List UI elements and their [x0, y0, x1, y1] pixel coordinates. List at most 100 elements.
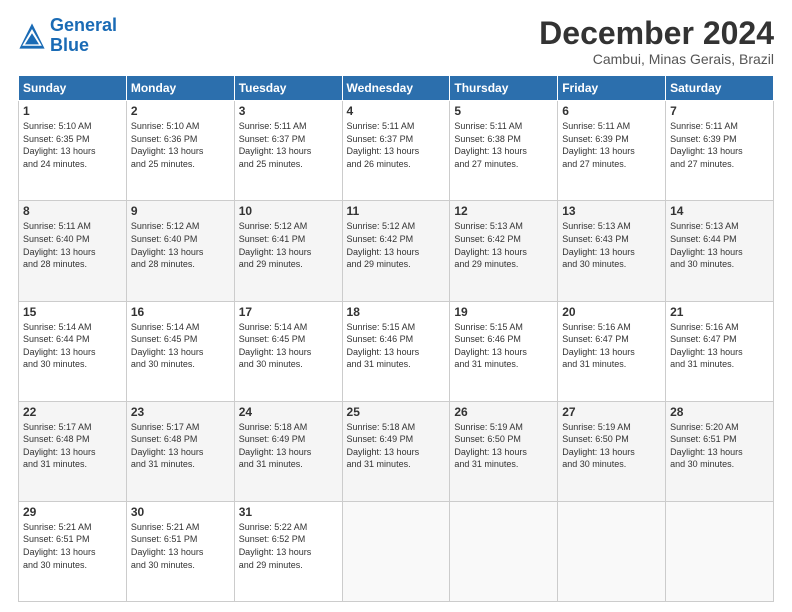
- day-info: Sunrise: 5:13 AMSunset: 6:42 PMDaylight:…: [454, 220, 553, 270]
- day-info: Sunrise: 5:11 AMSunset: 6:37 PMDaylight:…: [347, 120, 446, 170]
- day-number: 10: [239, 204, 338, 218]
- header-friday: Friday: [558, 76, 666, 101]
- calendar-cell: 21 Sunrise: 5:16 AMSunset: 6:47 PMDayligh…: [666, 301, 774, 401]
- day-info: Sunrise: 5:18 AMSunset: 6:49 PMDaylight:…: [239, 421, 338, 471]
- day-info: Sunrise: 5:12 AMSunset: 6:41 PMDaylight:…: [239, 220, 338, 270]
- day-number: 9: [131, 204, 230, 218]
- calendar-cell: 29 Sunrise: 5:21 AMSunset: 6:51 PMDayligh…: [19, 501, 127, 601]
- subtitle: Cambui, Minas Gerais, Brazil: [539, 51, 774, 67]
- calendar-cell: [342, 501, 450, 601]
- calendar-cell: 6 Sunrise: 5:11 AMSunset: 6:39 PMDaylight…: [558, 101, 666, 201]
- title-section: December 2024 Cambui, Minas Gerais, Braz…: [539, 16, 774, 67]
- day-info: Sunrise: 5:15 AMSunset: 6:46 PMDaylight:…: [454, 321, 553, 371]
- day-number: 6: [562, 104, 661, 118]
- calendar-header-row: Sunday Monday Tuesday Wednesday Thursday…: [19, 76, 774, 101]
- calendar-cell: [450, 501, 558, 601]
- calendar-cell: 5 Sunrise: 5:11 AMSunset: 6:38 PMDaylight…: [450, 101, 558, 201]
- calendar-cell: [666, 501, 774, 601]
- calendar-cell: 4Sunrise: 5:11 AMSunset: 6:37 PMDaylight…: [342, 101, 450, 201]
- page: General Blue December 2024 Cambui, Minas…: [0, 0, 792, 612]
- day-info: Sunrise: 5:11 AMSunset: 6:39 PMDaylight:…: [562, 120, 661, 170]
- day-info: Sunrise: 5:17 AMSunset: 6:48 PMDaylight:…: [23, 421, 122, 471]
- calendar-cell: 16Sunrise: 5:14 AMSunset: 6:45 PMDayligh…: [126, 301, 234, 401]
- day-number: 15: [23, 305, 122, 319]
- calendar-cell: 18 Sunrise: 5:15 AMSunset: 6:46 PMDayligh…: [342, 301, 450, 401]
- day-info: Sunrise: 5:14 AMSunset: 6:44 PMDaylight:…: [23, 321, 122, 371]
- day-info: Sunrise: 5:20 AMSunset: 6:51 PMDaylight:…: [670, 421, 769, 471]
- day-info: Sunrise: 5:14 AMSunset: 6:45 PMDaylight:…: [239, 321, 338, 371]
- calendar-week-3: 15 Sunrise: 5:14 AMSunset: 6:44 PMDayligh…: [19, 301, 774, 401]
- header-thursday: Thursday: [450, 76, 558, 101]
- day-info: Sunrise: 5:19 AMSunset: 6:50 PMDaylight:…: [454, 421, 553, 471]
- calendar-week-2: 8Sunrise: 5:11 AMSunset: 6:40 PMDaylight…: [19, 201, 774, 301]
- day-number: 26: [454, 405, 553, 419]
- day-info: Sunrise: 5:13 AMSunset: 6:44 PMDaylight:…: [670, 220, 769, 270]
- day-number: 29: [23, 505, 122, 519]
- calendar-cell: 13Sunrise: 5:13 AMSunset: 6:43 PMDayligh…: [558, 201, 666, 301]
- logo-line1: General: [50, 15, 117, 35]
- calendar-cell: 20 Sunrise: 5:16 AMSunset: 6:47 PMDayligh…: [558, 301, 666, 401]
- header-saturday: Saturday: [666, 76, 774, 101]
- calendar-week-4: 22 Sunrise: 5:17 AMSunset: 6:48 PMDayligh…: [19, 401, 774, 501]
- header-wednesday: Wednesday: [342, 76, 450, 101]
- day-number: 25: [347, 405, 446, 419]
- calendar-table: Sunday Monday Tuesday Wednesday Thursday…: [18, 75, 774, 602]
- header-tuesday: Tuesday: [234, 76, 342, 101]
- calendar-cell: 14 Sunrise: 5:13 AMSunset: 6:44 PMDayligh…: [666, 201, 774, 301]
- month-title: December 2024: [539, 16, 774, 51]
- day-number: 13: [562, 204, 661, 218]
- calendar-cell: [558, 501, 666, 601]
- day-info: Sunrise: 5:21 AMSunset: 6:51 PMDaylight:…: [23, 521, 122, 571]
- calendar-cell: 31 Sunrise: 5:22 AMSunset: 6:52 PMDayligh…: [234, 501, 342, 601]
- header-monday: Monday: [126, 76, 234, 101]
- calendar-week-5: 29 Sunrise: 5:21 AMSunset: 6:51 PMDayligh…: [19, 501, 774, 601]
- day-number: 14: [670, 204, 769, 218]
- calendar-cell: 9 Sunrise: 5:12 AMSunset: 6:40 PMDaylight…: [126, 201, 234, 301]
- day-info: Sunrise: 5:16 AMSunset: 6:47 PMDaylight:…: [670, 321, 769, 371]
- day-number: 27: [562, 405, 661, 419]
- logo-icon: [18, 22, 46, 50]
- day-info: Sunrise: 5:21 AMSunset: 6:51 PMDaylight:…: [131, 521, 230, 571]
- day-info: Sunrise: 5:22 AMSunset: 6:52 PMDaylight:…: [239, 521, 338, 571]
- day-number: 28: [670, 405, 769, 419]
- day-number: 31: [239, 505, 338, 519]
- top-section: General Blue December 2024 Cambui, Minas…: [18, 16, 774, 67]
- day-number: 12: [454, 204, 553, 218]
- day-info: Sunrise: 5:18 AMSunset: 6:49 PMDaylight:…: [347, 421, 446, 471]
- day-number: 20: [562, 305, 661, 319]
- day-info: Sunrise: 5:14 AMSunset: 6:45 PMDaylight:…: [131, 321, 230, 371]
- calendar-cell: 2 Sunrise: 5:10 AMSunset: 6:36 PMDaylight…: [126, 101, 234, 201]
- calendar-cell: 17 Sunrise: 5:14 AMSunset: 6:45 PMDayligh…: [234, 301, 342, 401]
- day-number: 2: [131, 104, 230, 118]
- logo: General Blue: [18, 16, 117, 56]
- calendar-cell: 22 Sunrise: 5:17 AMSunset: 6:48 PMDayligh…: [19, 401, 127, 501]
- day-info: Sunrise: 5:12 AMSunset: 6:40 PMDaylight:…: [131, 220, 230, 270]
- day-number: 17: [239, 305, 338, 319]
- day-number: 18: [347, 305, 446, 319]
- day-info: Sunrise: 5:16 AMSunset: 6:47 PMDaylight:…: [562, 321, 661, 371]
- calendar-cell: 30Sunrise: 5:21 AMSunset: 6:51 PMDayligh…: [126, 501, 234, 601]
- day-info: Sunrise: 5:11 AMSunset: 6:38 PMDaylight:…: [454, 120, 553, 170]
- calendar-cell: 28 Sunrise: 5:20 AMSunset: 6:51 PMDayligh…: [666, 401, 774, 501]
- calendar-cell: 3Sunrise: 5:11 AMSunset: 6:37 PMDaylight…: [234, 101, 342, 201]
- day-info: Sunrise: 5:10 AMSunset: 6:35 PMDaylight:…: [23, 120, 122, 170]
- day-number: 5: [454, 104, 553, 118]
- day-number: 21: [670, 305, 769, 319]
- day-number: 7: [670, 104, 769, 118]
- calendar-cell: 11Sunrise: 5:12 AMSunset: 6:42 PMDayligh…: [342, 201, 450, 301]
- day-info: Sunrise: 5:11 AMSunset: 6:40 PMDaylight:…: [23, 220, 122, 270]
- day-number: 19: [454, 305, 553, 319]
- day-info: Sunrise: 5:15 AMSunset: 6:46 PMDaylight:…: [347, 321, 446, 371]
- calendar-cell: 8Sunrise: 5:11 AMSunset: 6:40 PMDaylight…: [19, 201, 127, 301]
- calendar-cell: 10 Sunrise: 5:12 AMSunset: 6:41 PMDayligh…: [234, 201, 342, 301]
- day-info: Sunrise: 5:11 AMSunset: 6:39 PMDaylight:…: [670, 120, 769, 170]
- day-number: 11: [347, 204, 446, 218]
- calendar-cell: 25 Sunrise: 5:18 AMSunset: 6:49 PMDayligh…: [342, 401, 450, 501]
- day-info: Sunrise: 5:10 AMSunset: 6:36 PMDaylight:…: [131, 120, 230, 170]
- day-number: 22: [23, 405, 122, 419]
- day-number: 3: [239, 104, 338, 118]
- day-info: Sunrise: 5:17 AMSunset: 6:48 PMDaylight:…: [131, 421, 230, 471]
- day-number: 1: [23, 104, 122, 118]
- calendar-cell: 7 Sunrise: 5:11 AMSunset: 6:39 PMDaylight…: [666, 101, 774, 201]
- calendar-cell: 24Sunrise: 5:18 AMSunset: 6:49 PMDayligh…: [234, 401, 342, 501]
